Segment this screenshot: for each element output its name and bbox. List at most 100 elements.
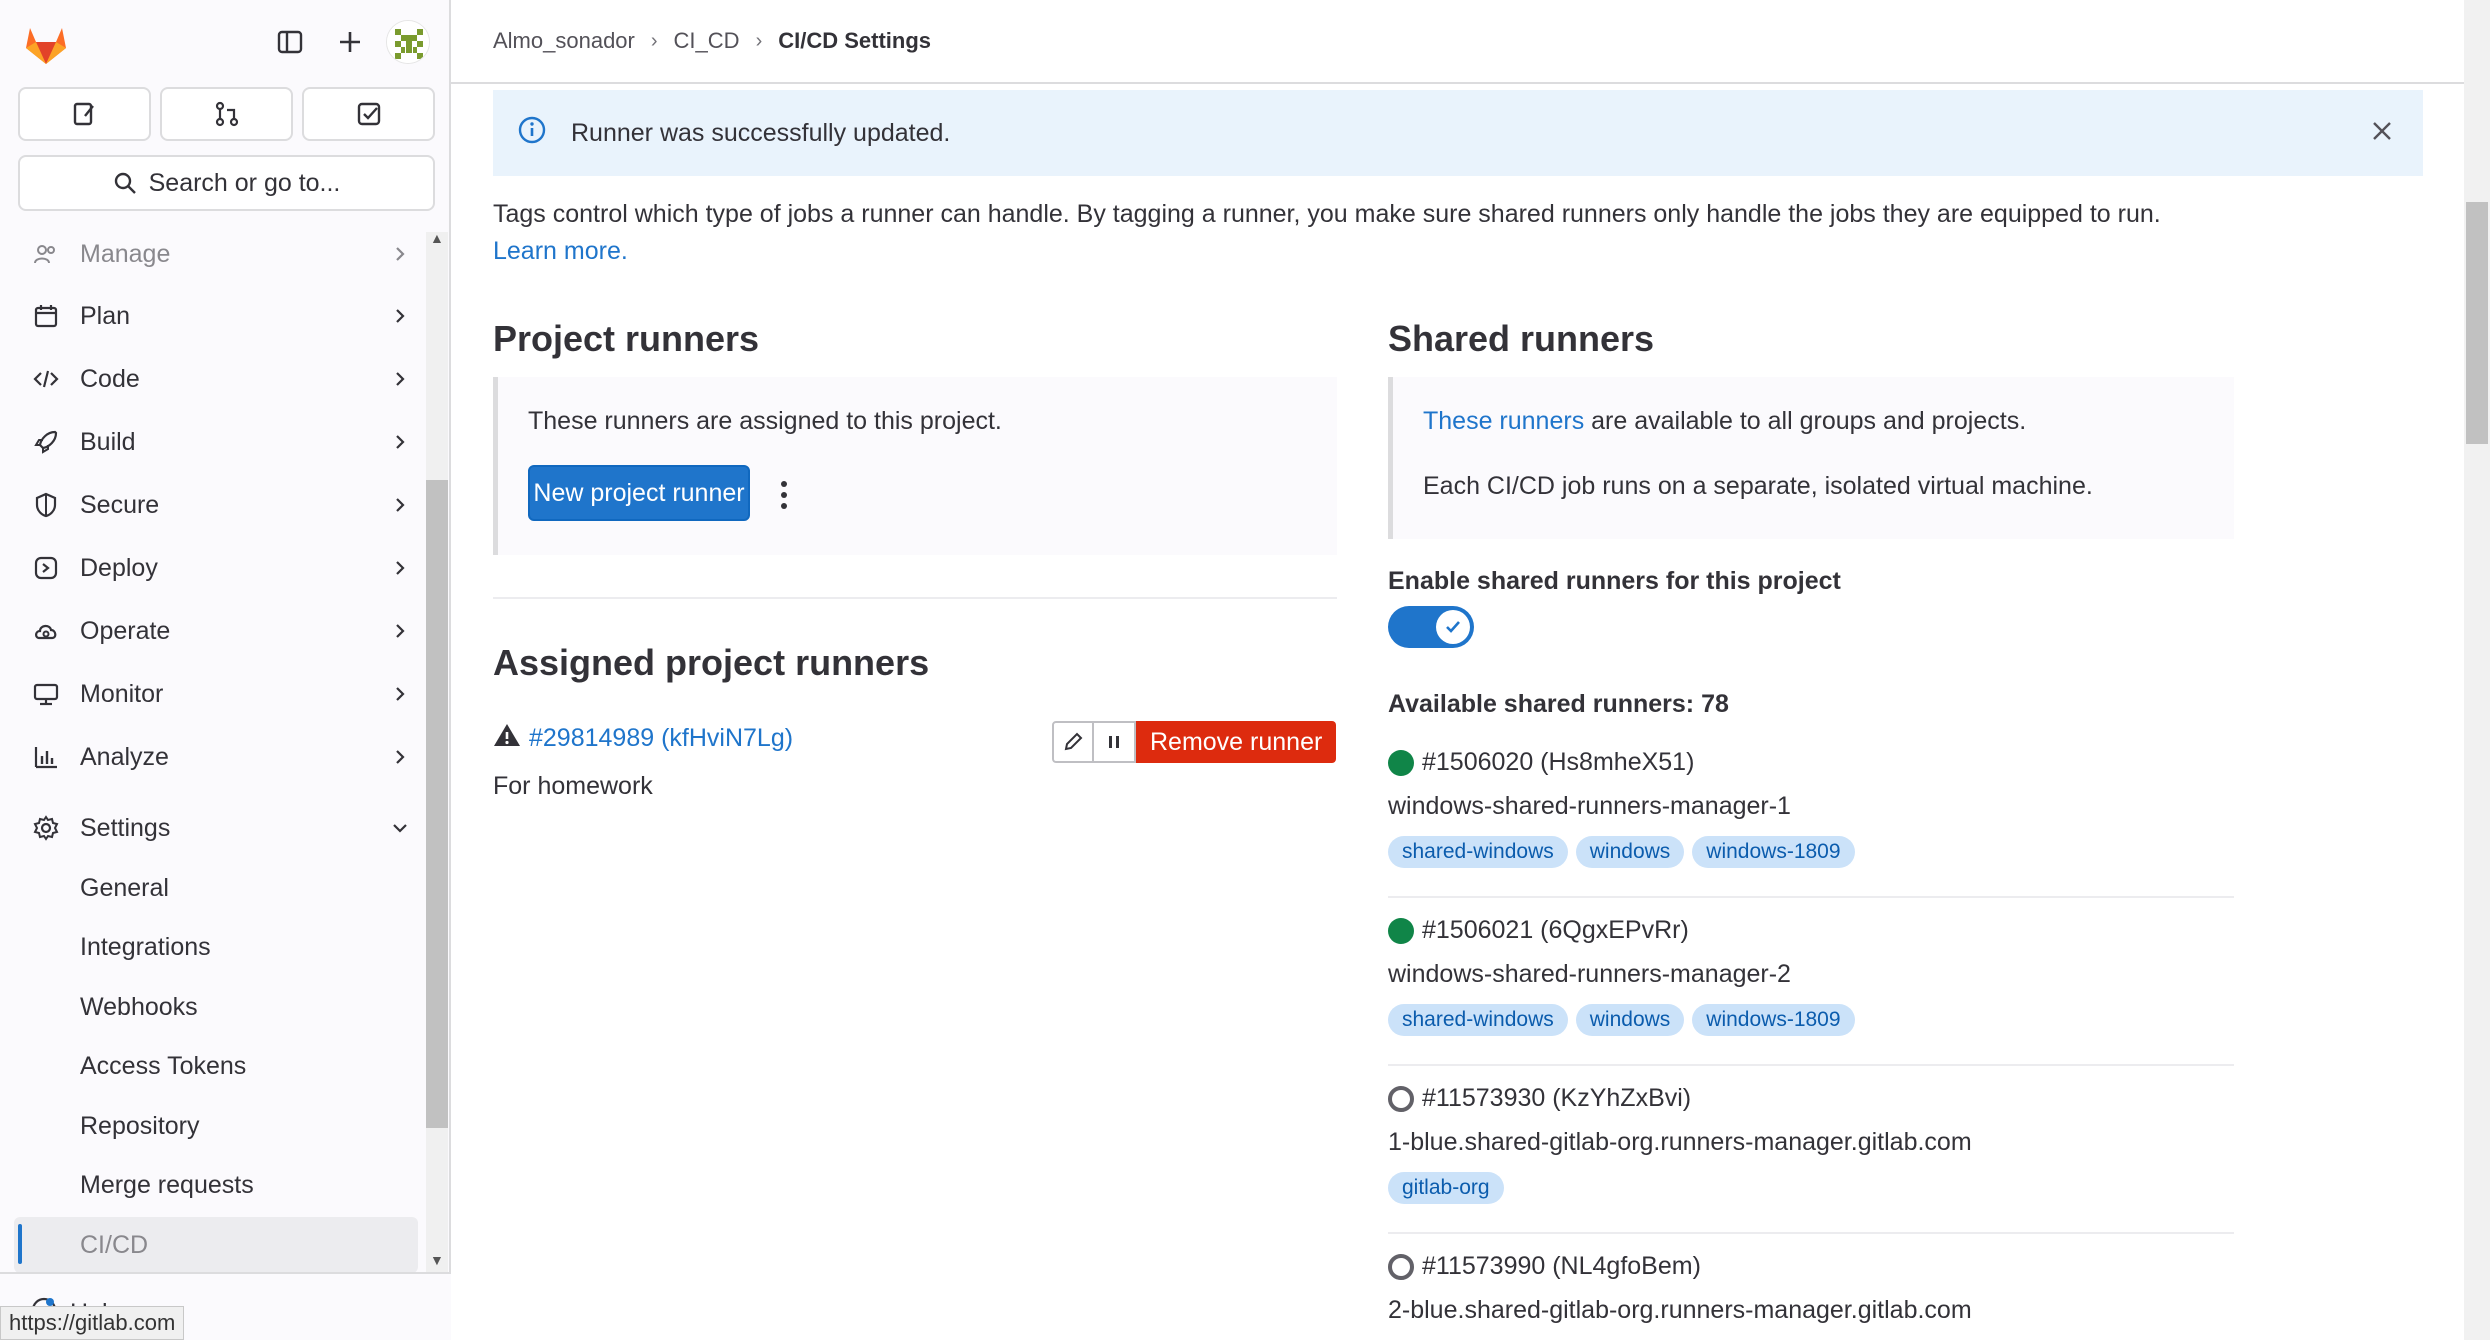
sidebar-scrollbar-thumb[interactable]: [426, 480, 448, 1128]
chart-icon: [26, 737, 66, 777]
pause-runner-button[interactable]: [1094, 721, 1136, 763]
runner-id: #1506021 (6QgxEPvRr): [1422, 916, 1689, 944]
runner-header: #1506020 (Hs8mheX51): [1388, 748, 1694, 777]
breadcrumb-item[interactable]: Almo_sonador: [493, 28, 635, 54]
gear-icon: [26, 808, 66, 848]
issues-button[interactable]: [18, 87, 151, 141]
divider: [1388, 896, 2234, 898]
project-runners-panel: These runners are assigned to this proje…: [493, 377, 1337, 555]
runner-id: #1506020 (Hs8mheX51): [1422, 748, 1695, 776]
enable-shared-runners-toggle[interactable]: [1388, 606, 1474, 648]
chevron-right-icon: [390, 493, 410, 522]
close-icon[interactable]: [2369, 118, 2395, 151]
runner-actions: Remove runner: [1052, 721, 1337, 763]
sidebar-item-label: Manage: [80, 239, 171, 268]
assigned-runner-description: For homework: [493, 772, 653, 800]
chevron-right-icon: [390, 619, 410, 648]
chevron-right-icon: ›: [755, 29, 763, 52]
merge-requests-button[interactable]: [160, 87, 293, 141]
page-scrollbar-thumb[interactable]: [2466, 202, 2488, 444]
pause-icon: [1109, 736, 1119, 748]
shared-runners-heading: Shared runners: [1388, 318, 1655, 359]
merge-request-icon: [215, 101, 238, 127]
sidebar-subitem-active-bg: [14, 1217, 418, 1272]
scroll-down-arrow-icon[interactable]: ▼: [430, 1252, 444, 1268]
sidebar: Search or go to... Manage Plan Code Buil…: [0, 0, 451, 1340]
shield-icon: [26, 485, 66, 525]
edit-runner-button[interactable]: [1052, 721, 1094, 763]
divider: [1388, 1232, 2234, 1234]
main-content: Runner was successfully updated. Tags co…: [451, 84, 2463, 1340]
breadcrumb-current[interactable]: CI/CD Settings: [778, 28, 931, 54]
runner-description: 1-blue.shared-gitlab-org.runners-manager…: [1388, 1128, 1972, 1156]
sidebar-subitem-repository[interactable]: Repository: [80, 1112, 200, 1141]
sidebar-item-label: Build: [80, 427, 136, 456]
online-status-icon: [1388, 917, 1414, 944]
sidebar-item-label: Plan: [80, 301, 131, 330]
runner-tag: shared-windows: [1388, 836, 1568, 868]
online-status-icon: [1388, 749, 1414, 776]
sidebar-toggle-icon[interactable]: [270, 22, 310, 62]
sidebar-item-code[interactable]: Code: [16, 351, 416, 407]
project-runners-text: These runners are assigned to this proje…: [528, 407, 1002, 435]
warning-icon: [493, 722, 521, 755]
sidebar-item-label: Secure: [80, 490, 160, 519]
enable-shared-runners-label: Enable shared runners for this project: [1388, 567, 1841, 595]
gitlab-logo-icon[interactable]: [20, 18, 72, 70]
scroll-up-arrow-icon[interactable]: ▲: [430, 230, 444, 246]
more-actions-kebab-icon[interactable]: [781, 481, 787, 509]
these-runners-link[interactable]: These runners: [1423, 407, 1584, 435]
runner-tag: shared-windows: [1388, 1004, 1568, 1036]
sidebar-item-analyze[interactable]: Analyze: [16, 729, 416, 785]
issues-icon: [73, 102, 94, 126]
sidebar-subitem-webhooks[interactable]: Webhooks: [80, 993, 198, 1022]
success-alert: Runner was successfully updated.: [493, 90, 2423, 176]
top-bar: Almo_sonador › CI_CD › CI/CD Settings: [451, 0, 2471, 84]
sidebar-subitem-cicd[interactable]: CI/CD: [80, 1231, 148, 1260]
plus-icon[interactable]: [330, 22, 370, 62]
sidebar-item-deploy[interactable]: Deploy: [16, 540, 416, 596]
search-button[interactable]: Search or go to...: [18, 155, 435, 211]
sidebar-subitem-access-tokens[interactable]: Access Tokens: [80, 1052, 246, 1081]
sidebar-item-manage[interactable]: Manage: [16, 226, 416, 282]
code-icon: [26, 359, 66, 399]
runner-header: #11573990 (NL4gfoBem): [1388, 1252, 1701, 1281]
breadcrumb-item[interactable]: CI_CD: [674, 28, 740, 54]
runner-description: 2-blue.shared-gitlab-org.runners-manager…: [1388, 1296, 1972, 1324]
page-scrollbar[interactable]: [2464, 0, 2490, 1340]
runner-tags: shared-windows windows windows-1809: [1388, 836, 1855, 868]
avatar[interactable]: [386, 20, 430, 64]
list-item: #1506020 (Hs8mheX51) windows-shared-runn…: [1388, 748, 2234, 898]
learn-more-link[interactable]: Learn more.: [493, 237, 628, 265]
new-project-runner-button[interactable]: New project runner: [528, 465, 750, 521]
pencil-icon: [1064, 732, 1083, 751]
chevron-right-icon: [390, 745, 410, 774]
runner-tag: windows: [1575, 836, 1685, 868]
search-label: Search or go to...: [148, 168, 341, 197]
offline-status-icon: [1388, 1085, 1414, 1112]
sidebar-item-label: Monitor: [80, 679, 164, 708]
sidebar-subitem-integrations[interactable]: Integrations: [80, 933, 211, 962]
sidebar-item-settings[interactable]: Settings: [16, 800, 416, 856]
intro-paragraph: Tags control which type of jobs a runner…: [493, 200, 2161, 228]
runner-header: #1506021 (6QgxEPvRr): [1388, 916, 1689, 945]
sidebar-subitem-general[interactable]: General: [80, 874, 169, 903]
remove-runner-button[interactable]: Remove runner: [1136, 721, 1337, 763]
monitor-icon: [26, 674, 66, 714]
rocket-icon: [26, 422, 66, 462]
runner-id: #11573990 (NL4gfoBem): [1422, 1252, 1701, 1280]
runner-description: windows-shared-runners-manager-1: [1388, 792, 1791, 820]
project-runners-heading: Project runners: [493, 318, 760, 359]
sidebar-subitem-merge-requests[interactable]: Merge requests: [80, 1171, 254, 1200]
sidebar-item-label: Code: [80, 364, 140, 393]
todos-button[interactable]: [302, 87, 435, 141]
sidebar-item-label: Operate: [80, 616, 171, 645]
offline-status-icon: [1388, 1253, 1414, 1280]
sidebar-item-operate[interactable]: Operate: [16, 603, 416, 659]
sidebar-item-build[interactable]: Build: [16, 414, 416, 470]
chevron-right-icon: [390, 367, 410, 396]
sidebar-item-secure[interactable]: Secure: [16, 477, 416, 533]
sidebar-item-monitor[interactable]: Monitor: [16, 666, 416, 722]
sidebar-item-plan[interactable]: Plan: [16, 288, 416, 344]
assigned-runner-link[interactable]: #29814989 (kfHviN7Lg): [529, 724, 793, 753]
